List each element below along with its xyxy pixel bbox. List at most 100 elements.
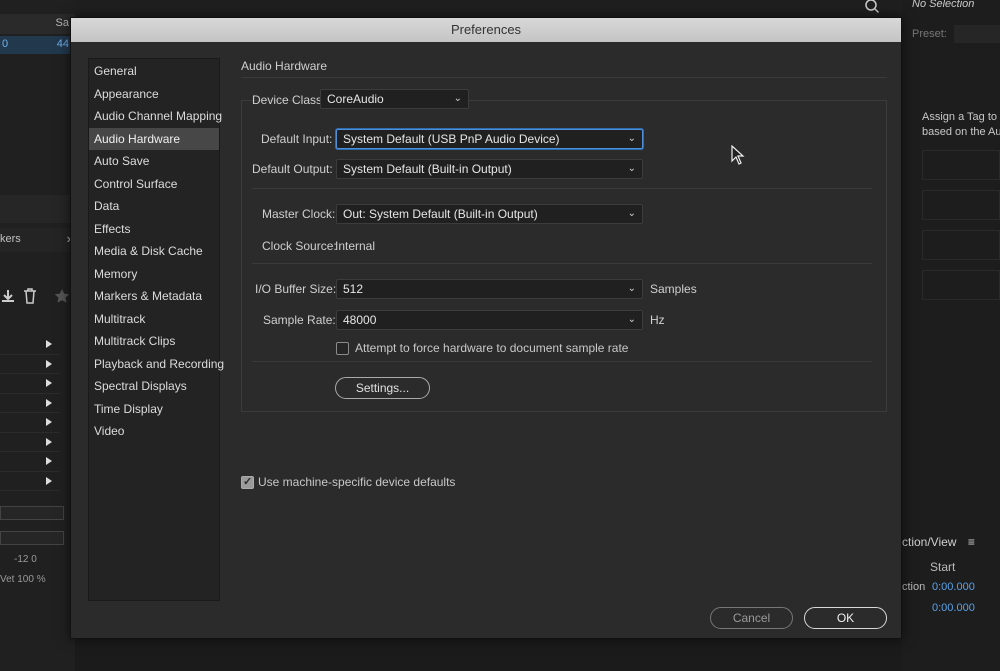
tag-box[interactable] — [922, 190, 1000, 220]
no-selection-label: No Selection — [912, 0, 975, 10]
force-sample-rate-label: Attempt to force hardware to document sa… — [355, 341, 629, 355]
list-item[interactable] — [0, 472, 60, 491]
force-sample-rate-checkbox[interactable] — [336, 342, 349, 355]
list-item[interactable] — [0, 335, 60, 355]
selected-row-value: 0 — [2, 38, 9, 50]
start-column-header: Start — [930, 560, 956, 574]
nav-item-effects[interactable]: Effects — [89, 218, 219, 240]
machine-defaults-label: Use machine-specific device defaults — [258, 475, 456, 489]
cancel-button[interactable]: Cancel — [710, 607, 793, 629]
default-output-label: Default Output: — [252, 162, 333, 176]
sample-rate-label: Sample Rate: — [263, 313, 336, 327]
tag-hint: Assign a Tag to based on the Au — [922, 110, 1000, 140]
nav-item-general[interactable]: General — [89, 60, 219, 82]
mouse-cursor-icon — [731, 145, 745, 165]
divider — [252, 361, 872, 362]
column-header-label: Sa — [55, 17, 69, 29]
list-item[interactable] — [0, 355, 60, 374]
default-input-value: System Default (USB PnP Audio Device) — [343, 132, 560, 146]
selection-row-label: ction — [902, 581, 926, 593]
nav-item-data[interactable]: Data — [89, 195, 219, 217]
column-header[interactable]: Sa — [0, 14, 75, 34]
nav-item-audio-channel-mapping[interactable]: Audio Channel Mapping — [89, 105, 222, 127]
tag-hint-line: Assign a Tag to — [922, 111, 998, 123]
preferences-nav: General Appearance Audio Channel Mapping… — [88, 58, 224, 601]
nav-item-multitrack-clips[interactable]: Multitrack Clips — [89, 330, 219, 352]
buffer-size-unit: Samples — [650, 282, 697, 296]
chevron-down-icon: ⌄ — [627, 283, 636, 294]
wet-value: Vet 100 % — [0, 574, 46, 585]
nav-item-markers-metadata[interactable]: Markers & Metadata — [89, 285, 219, 307]
section-title: Audio Hardware — [241, 59, 328, 73]
buffer-size-dropdown[interactable]: 512 ⌄ — [336, 279, 643, 299]
divider — [252, 188, 872, 189]
preferences-dialog: Preferences General Appearance Audio Cha… — [70, 17, 902, 639]
nav-item-video[interactable]: Video — [89, 420, 219, 442]
settings-button[interactable]: Settings... — [335, 377, 430, 399]
chevron-down-icon: ⌄ — [453, 93, 462, 104]
nav-item-spectral-displays[interactable]: Spectral Displays — [89, 375, 219, 397]
star-icon[interactable] — [54, 288, 70, 304]
dialog-titlebar[interactable]: Preferences — [71, 18, 901, 42]
master-clock-label: Master Clock: — [262, 207, 336, 221]
level-meter — [0, 531, 64, 545]
chevron-down-icon: ⌄ — [627, 163, 636, 174]
download-icon[interactable] — [0, 288, 16, 304]
list-item[interactable] — [0, 433, 60, 452]
default-output-dropdown[interactable]: System Default (Built-in Output) ⌄ — [336, 159, 643, 179]
tag-box[interactable] — [922, 150, 1000, 180]
device-class-dropdown[interactable]: CoreAudio ⌄ — [320, 89, 469, 109]
zoom-icon[interactable] — [862, 0, 880, 16]
right-panel: No Selection Preset: Assign a Tag to bas… — [902, 0, 1000, 671]
clock-source-value: Internal — [335, 239, 376, 253]
machine-defaults-checkbox[interactable] — [241, 475, 254, 489]
panel-toolbar — [0, 286, 75, 308]
markers-tab[interactable]: kers › — [0, 228, 75, 252]
nav-item-appearance[interactable]: Appearance — [89, 83, 219, 105]
nav-item-memory[interactable]: Memory — [89, 263, 219, 285]
selected-row[interactable]: 0 44 — [0, 36, 75, 54]
list-item[interactable] — [0, 452, 60, 472]
divider — [241, 77, 887, 78]
default-input-dropdown[interactable]: System Default (USB PnP Audio Device) ⌄ — [336, 129, 643, 149]
nav-item-time-display[interactable]: Time Display — [89, 398, 219, 420]
device-class-value: CoreAudio — [327, 92, 384, 106]
markers-tab-label: kers — [0, 233, 21, 245]
list-item[interactable] — [0, 394, 60, 413]
view-start-time[interactable]: 0:00.000 — [932, 602, 975, 614]
tag-box[interactable] — [922, 270, 1000, 300]
nav-item-control-surface[interactable]: Control Surface — [89, 173, 219, 195]
app-top-strip — [75, 0, 902, 18]
sample-rate-unit: Hz — [650, 313, 665, 327]
preset-dropdown[interactable] — [954, 25, 1000, 43]
master-clock-value: Out: System Default (Built-in Output) — [343, 207, 538, 221]
divider — [252, 263, 872, 264]
buffer-size-value: 512 — [343, 282, 364, 296]
dialog-title: Preferences — [450, 22, 522, 37]
nav-item-media-disk-cache[interactable]: Media & Disk Cache — [89, 240, 219, 262]
nav-item-auto-save[interactable]: Auto Save — [89, 150, 219, 172]
tag-hint-line: based on the Au — [922, 126, 1000, 138]
tag-box[interactable] — [922, 230, 1000, 260]
chevron-down-icon: ⌄ — [627, 208, 636, 219]
selection-start-time[interactable]: 0:00.000 — [932, 581, 975, 593]
selection-view-title: ction/View — [902, 535, 957, 549]
left-panel: Sa 0 44 kers › -12 0 Vet 100 % — [0, 0, 75, 671]
buffer-size-label: I/O Buffer Size: — [255, 282, 337, 296]
ok-button[interactable]: OK — [804, 607, 887, 629]
nav-item-playback-recording[interactable]: Playback and Recording — [89, 353, 224, 375]
preset-label: Preset: — [912, 28, 947, 40]
default-output-value: System Default (Built-in Output) — [343, 162, 512, 176]
menu-icon[interactable]: ≡ — [968, 535, 975, 549]
nav-item-audio-hardware[interactable]: Audio Hardware — [89, 127, 219, 150]
nav-item-multitrack[interactable]: Multitrack — [89, 308, 219, 330]
list-item[interactable] — [0, 374, 60, 394]
meter-ticks: -12 0 — [14, 554, 37, 565]
master-clock-dropdown[interactable]: Out: System Default (Built-in Output) ⌄ — [336, 204, 643, 224]
list-item[interactable] — [0, 413, 60, 433]
trash-icon[interactable] — [23, 288, 37, 304]
selected-row-value-right: 44 — [56, 38, 69, 50]
level-meter — [0, 506, 64, 520]
chevron-down-icon: ⌄ — [627, 133, 636, 144]
sample-rate-dropdown[interactable]: 48000 ⌄ — [336, 310, 643, 330]
